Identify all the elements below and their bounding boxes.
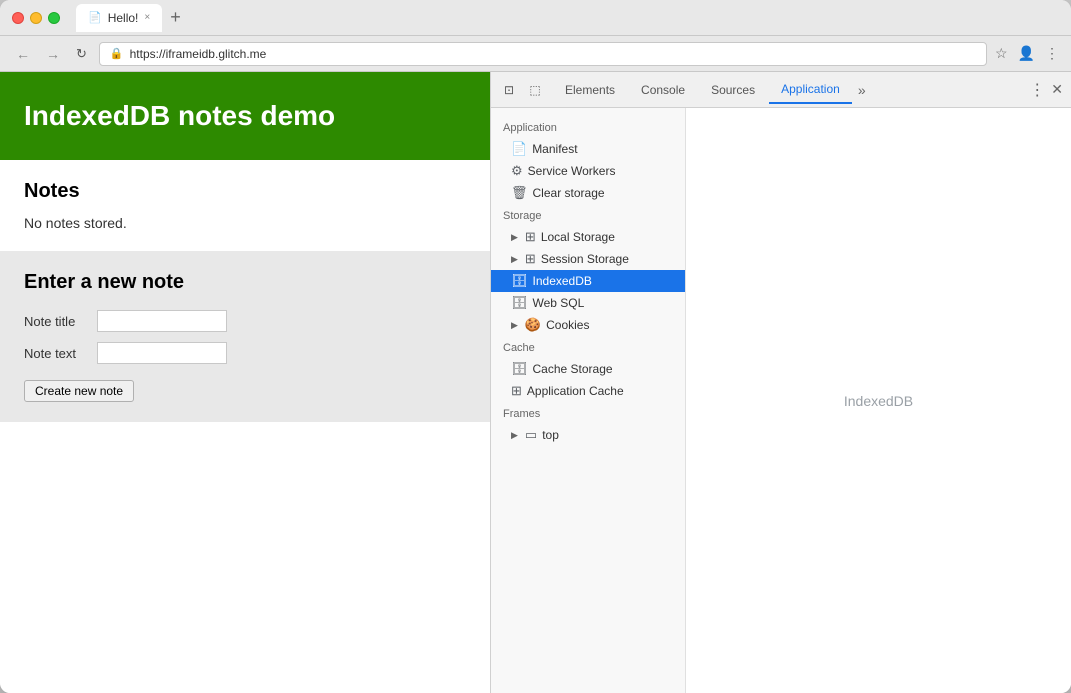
user-icon[interactable]: 👤 (1018, 45, 1035, 62)
sidebar-item-clear-storage[interactable]: 🗑 Clear storage (491, 182, 685, 204)
tab-elements[interactable]: Elements (553, 77, 627, 103)
local-storage-label: Local Storage (541, 230, 673, 244)
reload-button[interactable]: ↻ (72, 44, 91, 64)
gear-icon: ⚙ (511, 163, 523, 179)
note-text-label: Note text (24, 346, 89, 361)
inspect-icon[interactable]: ⊡ (499, 80, 519, 100)
notes-title: Notes (24, 180, 466, 203)
sidebar-item-session-storage[interactable]: ▶ ⊞ Session Storage (491, 248, 685, 270)
devtools-close-buttons: ⋮ ✕ (1029, 80, 1063, 100)
cache-storage-icon: 🗄 (511, 361, 528, 377)
sidebar-item-application-cache[interactable]: ⊞ Application Cache (491, 380, 685, 402)
sidebar-item-top-frame[interactable]: ▶ ▭ top (491, 424, 685, 446)
indexeddb-label: IndexedDB (533, 274, 673, 288)
frame-icon: ▭ (525, 427, 537, 443)
notes-section: Notes No notes stored. (0, 160, 490, 251)
note-title-row: Note title (24, 310, 466, 332)
devtools-sidebar: Application 📄 Manifest ⚙ Service Workers… (491, 108, 686, 693)
manifest-label: Manifest (532, 142, 673, 156)
menu-icon[interactable]: ⋮ (1045, 45, 1059, 62)
web-sql-label: Web SQL (533, 296, 673, 310)
address-actions: ☆ 👤 ⋮ (995, 45, 1059, 62)
webpage: IndexedDB notes demo Notes No notes stor… (0, 72, 490, 693)
tab-console[interactable]: Console (629, 77, 697, 103)
clear-storage-label: Clear storage (533, 186, 673, 200)
devtools-body: Application 📄 Manifest ⚙ Service Workers… (491, 108, 1071, 693)
new-note-title: Enter a new note (24, 271, 466, 294)
sidebar-item-cookies[interactable]: ▶ 🍪 Cookies (491, 314, 685, 336)
back-button[interactable]: ← (12, 44, 34, 64)
tab-close-button[interactable]: × (144, 12, 150, 23)
page-header: IndexedDB notes demo (0, 72, 490, 160)
note-title-input[interactable] (97, 310, 227, 332)
browser-tab[interactable]: 📄 Hello! × (76, 4, 162, 32)
device-icon[interactable]: ⬚ (525, 80, 545, 100)
trash-icon: 🗑 (511, 185, 528, 201)
new-note-section: Enter a new note Note title Note text Cr… (0, 251, 490, 422)
url-text: https://iframeidb.glitch.me (130, 47, 267, 61)
devtools-toolbar: ⊡ ⬚ Elements Console Sources Application… (491, 72, 1071, 108)
frames-section-header: Frames (491, 402, 685, 424)
local-storage-arrow: ▶ (511, 232, 518, 243)
top-frame-label: top (542, 428, 673, 442)
local-storage-icon: ⊞ (525, 229, 536, 245)
cookies-label: Cookies (546, 318, 673, 332)
storage-section-header: Storage (491, 204, 685, 226)
devtools-icon-buttons: ⊡ ⬚ (499, 80, 545, 100)
session-storage-label: Session Storage (541, 252, 673, 266)
minimize-traffic-light[interactable] (30, 12, 42, 24)
devtools-main-placeholder: IndexedDB (844, 393, 913, 409)
traffic-lights (12, 12, 60, 24)
file-icon: 📄 (511, 141, 527, 157)
address-bar: ← → ↻ 🔒 https://iframeidb.glitch.me ☆ 👤 … (0, 36, 1071, 72)
application-cache-label: Application Cache (527, 384, 673, 398)
maximize-traffic-light[interactable] (48, 12, 60, 24)
application-section-header: Application (491, 116, 685, 138)
tab-area: 📄 Hello! × + (76, 4, 185, 32)
browser-window: 📄 Hello! × + ← → ↻ 🔒 https://iframeidb.g… (0, 0, 1071, 693)
devtools-menu-button[interactable]: ⋮ (1029, 80, 1045, 100)
title-bar: 📄 Hello! × + (0, 0, 1071, 36)
tab-page-icon: 📄 (88, 11, 102, 24)
create-note-button[interactable]: Create new note (24, 380, 134, 402)
sidebar-item-web-sql[interactable]: 🗄 Web SQL (491, 292, 685, 314)
sidebar-item-indexeddb[interactable]: 🗄 IndexedDB (491, 270, 685, 292)
session-storage-icon: ⊞ (525, 251, 536, 267)
devtools-close-button[interactable]: ✕ (1051, 81, 1063, 98)
close-traffic-light[interactable] (12, 12, 24, 24)
lock-icon: 🔒 (110, 47, 124, 60)
url-bar[interactable]: 🔒 https://iframeidb.glitch.me (99, 42, 987, 66)
sidebar-item-manifest[interactable]: 📄 Manifest (491, 138, 685, 160)
bookmark-icon[interactable]: ☆ (995, 45, 1008, 62)
top-frame-arrow: ▶ (511, 430, 518, 441)
new-tab-button[interactable]: + (166, 7, 185, 28)
indexeddb-icon: 🗄 (511, 273, 528, 289)
tab-sources[interactable]: Sources (699, 77, 767, 103)
note-text-row: Note text (24, 342, 466, 364)
session-storage-arrow: ▶ (511, 254, 518, 265)
service-workers-label: Service Workers (528, 164, 673, 178)
devtools-panel: ⊡ ⬚ Elements Console Sources Application… (490, 72, 1071, 693)
cookies-arrow: ▶ (511, 320, 518, 331)
cache-storage-label: Cache Storage (533, 362, 673, 376)
web-sql-icon: 🗄 (511, 295, 528, 311)
sidebar-item-local-storage[interactable]: ▶ ⊞ Local Storage (491, 226, 685, 248)
note-text-input[interactable] (97, 342, 227, 364)
no-notes-text: No notes stored. (24, 215, 466, 231)
browser-content: IndexedDB notes demo Notes No notes stor… (0, 72, 1071, 693)
sidebar-item-service-workers[interactable]: ⚙ Service Workers (491, 160, 685, 182)
tab-application[interactable]: Application (769, 76, 852, 104)
note-title-label: Note title (24, 314, 89, 329)
cookies-icon: 🍪 (525, 317, 541, 333)
forward-button[interactable]: → (42, 44, 64, 64)
page-main-title: IndexedDB notes demo (24, 100, 466, 132)
devtools-tabs: Elements Console Sources Application » (553, 76, 1029, 104)
more-tabs-button[interactable]: » (854, 82, 870, 98)
cache-section-header: Cache (491, 336, 685, 358)
sidebar-item-cache-storage[interactable]: 🗄 Cache Storage (491, 358, 685, 380)
application-cache-icon: ⊞ (511, 383, 522, 399)
devtools-main-panel: IndexedDB (686, 108, 1071, 693)
tab-title: Hello! (108, 11, 139, 25)
